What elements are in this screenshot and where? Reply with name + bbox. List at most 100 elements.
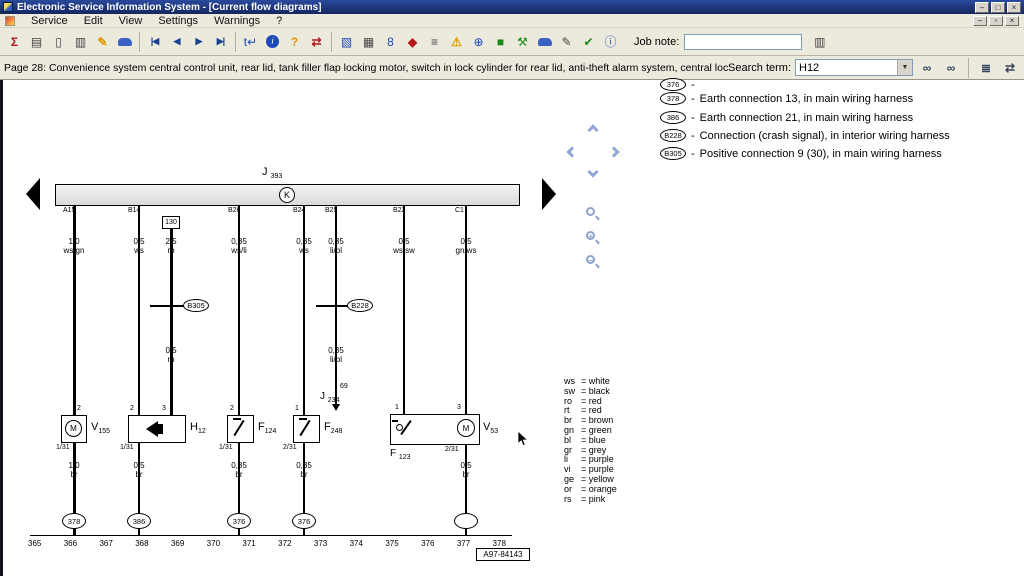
new-document-icon[interactable]: ▯ [48,31,69,53]
menu-help[interactable]: ? [276,15,282,27]
pin-label: 2 [77,405,81,412]
info-icon[interactable]: i [262,31,283,53]
mdi-restore-button[interactable]: ▫ [989,16,1003,26]
toolbar-separator [968,58,969,78]
menu-bar: Service Edit View Settings Warnings ? – … [0,14,1024,28]
document-check-icon[interactable]: ✔ [578,31,599,53]
wire-spec: 0,5br [133,461,144,479]
pin-label: 1/31 [56,444,70,451]
menu-edit[interactable]: Edit [84,15,103,27]
manual-icon[interactable]: ▧ [336,31,357,53]
wire-spec: 1,0br [68,461,79,479]
legend-dash: - [691,79,695,91]
component-label-f124[interactable]: F124 [258,421,276,435]
connection-ref-badge[interactable]: 376 [660,78,686,91]
spreadsheet-icon[interactable]: ▦ [358,31,379,53]
nav-last-icon[interactable]: ▶| [210,31,231,53]
maximize-button[interactable]: □ [991,2,1005,13]
search-next-icon[interactable]: ∞ [941,58,961,78]
vehicle-icon[interactable] [114,31,135,53]
job-note-input[interactable] [684,34,802,50]
menu-service[interactable]: Service [31,15,68,27]
next-page-arrow[interactable] [542,178,556,210]
parts-icon[interactable]: ■ [490,31,511,53]
search-binoculars-icon[interactable]: ∞ [917,58,937,78]
wire-spec: 2,5ro [165,237,176,255]
component-label-j234[interactable]: J 234 [320,391,339,404]
component-label-j393[interactable]: J 393 [262,166,282,180]
globe-icon[interactable]: ⊕ [468,31,489,53]
user-number-icon[interactable]: 8 [380,31,401,53]
color-code-row: rs= pink [564,495,617,505]
search-cluster: Search term: H12 ▼ ∞ ∞ ≣ ⇄ [728,58,1020,78]
zoom-area-icon[interactable] [584,206,600,222]
horn-symbol [146,421,158,437]
legend-text: Earth connection 13, in main wiring harn… [700,93,913,105]
mdi-close-button[interactable]: × [1005,16,1019,26]
notepad-icon[interactable]: ✎ [92,31,113,53]
nav-first-icon[interactable]: |◀ [144,31,165,53]
component-label-h12[interactable]: H12 [190,421,206,435]
previous-page-arrow[interactable] [26,178,40,210]
document-list-icon[interactable]: ≡ [424,31,445,53]
nav-next-icon[interactable]: ▶ [188,31,209,53]
ground-ref-badge[interactable] [454,513,478,529]
document-edit-icon[interactable]: ✎ [556,31,577,53]
close-button[interactable]: × [1007,2,1021,13]
car-icon [118,38,132,46]
connection-ref-badge[interactable]: 378 [660,92,686,105]
legend-text: Positive connection 9 (30), in main wiri… [700,148,942,160]
wire-spec: 0,35li/bl [328,237,344,255]
component-label-v53[interactable]: V53 [483,421,498,435]
note-info-icon[interactable]: ⓘ [600,31,621,53]
connection-ref-b305[interactable]: B305 [183,299,209,312]
car-icon [538,38,552,46]
zoom-out-icon[interactable]: − [584,254,600,270]
legend-dash: - [691,93,695,105]
connection-ref-badge[interactable]: 386 [660,111,686,124]
exchange-icon[interactable]: ⇄ [1000,58,1020,78]
component-label-f123[interactable]: F 123 [390,448,411,461]
connection-ref-b228[interactable]: B228 [347,299,373,312]
menu-view[interactable]: View [119,15,143,27]
help-icon[interactable]: ? [284,31,305,53]
ground-ref-badge[interactable]: 378 [62,513,86,529]
connection-line [150,305,186,307]
connection-ref-badge[interactable]: B228 [660,129,686,142]
fuse-box[interactable]: 130 [162,216,180,229]
mdi-minimize-button[interactable]: – [973,16,987,26]
minimize-button[interactable]: – [975,2,989,13]
pin-label: 3 [457,404,461,411]
component-label-f248[interactable]: F248 [324,421,342,435]
vehicle2-icon[interactable] [534,31,555,53]
menu-warnings[interactable]: Warnings [214,15,260,27]
zoom-in-icon[interactable]: + [584,230,600,246]
connection-ref-badge[interactable]: B305 [660,147,686,160]
panel-icon[interactable]: ≣ [976,58,996,78]
warning-icon[interactable]: ⚠ [446,31,467,53]
service-tools-icon[interactable]: ⚒ [512,31,533,53]
nav-previous-icon[interactable]: ◀ [166,31,187,53]
pin-label: 1 [295,405,299,412]
ground-ref-badge[interactable]: 376 [227,513,251,529]
wire-spec: 0,35ws/li [231,237,247,255]
print-icon[interactable]: ▤ [26,31,47,53]
chevron-down-icon[interactable]: ▼ [897,60,912,75]
title-bar: Electronic Service Information System - … [0,0,1024,14]
ground-ref-badge[interactable]: 376 [292,513,316,529]
toolbar-separator [235,32,236,52]
pin-label: 3 [162,405,166,412]
menu-settings[interactable]: Settings [158,15,198,27]
pin-label: 69 [340,383,348,390]
job-card-icon[interactable]: ▥ [809,31,830,53]
return-icon[interactable]: t↵ [240,31,261,53]
component-label-v155[interactable]: V155 [91,421,110,435]
sigma-icon[interactable]: Σ [4,31,25,53]
application-window: Electronic Service Information System - … [0,0,1024,576]
ground-ref-badge[interactable]: 386 [127,513,151,529]
compare-icon[interactable]: ⇄ [306,31,327,53]
documents-icon[interactable]: ▥ [70,31,91,53]
search-term-combo[interactable]: H12 ▼ [795,59,913,76]
window-buttons: – □ × [975,2,1021,13]
gem-icon[interactable]: ◆ [402,31,423,53]
